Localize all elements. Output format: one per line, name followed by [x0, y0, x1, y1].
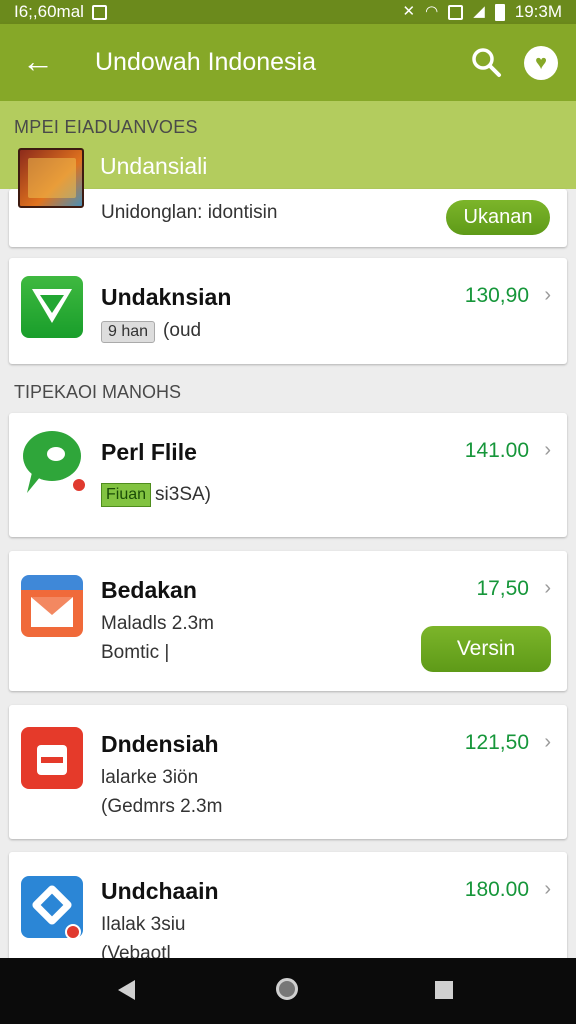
section-label: TIPEKAOI MANOHS	[14, 382, 182, 402]
status-text: I6;,60mal	[14, 2, 84, 21]
chevron-right-icon[interactable]: ›	[544, 439, 551, 462]
badge-dot-icon	[65, 924, 81, 940]
app-meta-line1: Ilalak 3siu	[101, 914, 186, 935]
app-card-4[interactable]: Dndensiah 121,50 › lalarke 3iön (Gedmrs …	[9, 705, 567, 839]
app-name: Perl Flile	[101, 439, 197, 465]
back-arrow-icon[interactable]: ←	[20, 44, 56, 80]
pin-icon	[21, 876, 83, 940]
chat-bubble-icon	[21, 431, 87, 493]
app-meta: 9 han (oud	[101, 320, 201, 343]
version-button[interactable]: Versin	[421, 626, 551, 672]
nav-home-icon[interactable]	[276, 978, 298, 1000]
signal-icon: ◢	[473, 3, 485, 20]
status-right: ✕ ◠ ◢ 19:3M	[403, 2, 562, 22]
chevron-right-icon[interactable]: ›	[544, 878, 551, 901]
wifi-icon: ◠	[425, 3, 439, 20]
featured-action-button[interactable]: Ukanan	[446, 200, 550, 235]
chevron-right-icon[interactable]: ›	[544, 731, 551, 754]
mail-icon	[21, 575, 83, 637]
sim-icon	[448, 4, 464, 20]
app-card-3[interactable]: Bedakan 17,50 › Maladls 2.3m Bomtic | Ve…	[9, 551, 567, 691]
chevron-right-icon[interactable]: ›	[544, 577, 551, 600]
app-price: 180.00	[464, 878, 529, 901]
game-thumbnail-icon[interactable]	[18, 148, 84, 208]
status-left: I6;,60mal	[14, 2, 107, 22]
status-bar: I6;,60mal ✕ ◠ ◢ 19:3M	[0, 0, 576, 24]
app-name: Undaknsian	[101, 284, 232, 310]
nav-back-icon[interactable]	[118, 980, 135, 1000]
app-bar-title: Undowah Indonesia	[95, 48, 316, 76]
app-badge: 9 han	[101, 321, 156, 343]
app-badge: Fiuan	[101, 483, 152, 507]
heart-icon[interactable]: ♥	[524, 46, 558, 80]
app-meta-text: (oud	[163, 320, 202, 341]
app-price: 17,50	[476, 577, 529, 600]
app-meta-line1: lalarke 3iön	[101, 767, 199, 788]
app-meta-text: si3SA)	[155, 484, 211, 506]
nav-recents-icon[interactable]	[435, 981, 453, 999]
app-price: 121,50	[464, 731, 529, 754]
featured-title: Undansiali	[100, 153, 208, 179]
chevron-right-icon[interactable]: ›	[544, 284, 551, 307]
app-name: Undchaain	[101, 878, 219, 904]
app-meta: Fiuan si3SA)	[101, 483, 211, 507]
app-card-2[interactable]: Perl Flile 141.00 › Fiuan si3SA)	[9, 413, 567, 537]
app-bar: ← Undowah Indonesia ♥	[0, 24, 576, 101]
featured-card[interactable]: Unidonglan: idontisin Ukanan	[9, 189, 567, 247]
featured-section-label: MPEI EIADUANVOES	[14, 117, 198, 137]
badge-dot-icon	[71, 477, 87, 493]
app-meta-line2: Bomtic |	[101, 642, 170, 663]
app-meta-line1: Maladls 2.3m	[101, 613, 214, 634]
notification-icon	[91, 4, 107, 20]
app-card-1[interactable]: Undaknsian 130,90 › 9 han (oud	[9, 258, 567, 364]
app-card-5[interactable]: Undchaain 180.00 › Ilalak 3siu (Vebaotl	[9, 852, 567, 972]
app-price: 141.00	[464, 439, 529, 462]
featured-section: MPEI EIADUANVOES Undansiali	[0, 101, 576, 189]
app-name: Dndensiah	[101, 731, 219, 757]
search-icon[interactable]	[468, 44, 504, 80]
app-meta-line2: (Gedmrs 2.3m	[101, 796, 223, 817]
app-name: Bedakan	[101, 577, 197, 603]
calendar-icon	[21, 727, 83, 789]
status-time: 19:3M	[514, 2, 562, 21]
checkmark-icon	[21, 276, 83, 338]
featured-subtitle: Unidonglan: idontisin	[101, 202, 278, 223]
mute-icon: ✕	[402, 3, 416, 20]
app-price: 130,90	[464, 284, 529, 307]
battery-icon	[494, 3, 505, 21]
navigation-bar	[0, 958, 576, 1024]
